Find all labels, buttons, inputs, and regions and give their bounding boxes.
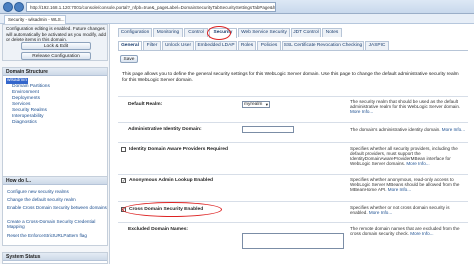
tab-jdt-control[interactable]: JDT Control — [291, 28, 321, 37]
identity-aware-row: Identity Domain Aware Providers Required… — [118, 142, 468, 168]
default-realm-desc: The security realm that should be used a… — [350, 99, 461, 114]
intro-text: This page allows you to define the gener… — [122, 72, 459, 83]
lock-edit-button[interactable]: Lock & Edit — [21, 42, 91, 50]
save-button[interactable]: Save — [120, 55, 138, 63]
admin-identity-desc: The domain's administrative identity dom… — [350, 127, 466, 132]
browser-toolbar: http://192.168.1.120:7001/console/consol… — [0, 0, 474, 14]
anonymous-admin-desc: Specifies whether anonymous, read-only a… — [350, 177, 460, 192]
change-center-text: Configuration editing is enabled. Future… — [6, 26, 107, 42]
subtab-filter[interactable]: Filter — [143, 41, 161, 50]
domain-structure-panel: Domain Structure wlsadmin Domain Partiti… — [2, 67, 108, 185]
tab-monitoring[interactable]: Monitoring — [153, 28, 183, 37]
annotation-circle — [207, 26, 231, 40]
anonymous-admin-row: ✓ Anonymous Admin Lookup Enabled Specifi… — [118, 174, 468, 196]
subtab-general[interactable]: General — [118, 41, 142, 50]
subtab-jaspic[interactable]: JASPIC — [365, 41, 389, 50]
back-icon[interactable] — [3, 2, 13, 12]
anonymous-admin-checkbox[interactable]: ✓ — [121, 178, 126, 183]
more-info-link[interactable]: More Info... — [442, 127, 465, 132]
howdoi-enable-cross-domain[interactable]: Enable Cross Domain Security between dom… — [7, 205, 107, 210]
cross-domain-desc: Specifies whether or not cross domain se… — [350, 205, 450, 215]
identity-aware-checkbox[interactable] — [121, 147, 126, 152]
annotation-circle — [122, 202, 222, 217]
default-realm-label: Default Realm: — [128, 102, 163, 107]
howdoi-configure-realms[interactable]: Configure new security realms — [7, 189, 107, 194]
identity-aware-label: Identity Domain Aware Providers Required — [129, 147, 228, 152]
more-info-link[interactable]: More Info... — [410, 231, 433, 236]
browser-tab[interactable]: Security - wlsadmin - WLS... — [4, 15, 66, 24]
excluded-domains-desc: The remote domain names that are exclude… — [350, 226, 460, 236]
how-do-i-panel: How do I... Configure new security realm… — [2, 176, 108, 246]
admin-identity-input[interactable] — [242, 126, 294, 133]
more-info-link[interactable]: More Info... — [388, 187, 411, 192]
tab-configuration[interactable]: Configuration — [118, 28, 152, 37]
forward-icon[interactable] — [14, 2, 24, 12]
more-info-link[interactable]: More Info... — [350, 109, 373, 114]
howdoi-change-default-realm[interactable]: Change the default security realm — [7, 197, 107, 202]
default-realm-select[interactable]: myrealm — [242, 101, 270, 108]
more-info-link[interactable]: More Info... — [406, 161, 429, 166]
tab-divider — [118, 50, 468, 51]
subtab-embedded-ldap[interactable]: Embedded LDAP — [195, 41, 237, 50]
default-realm-row: Default Realm: myrealm The security real… — [118, 96, 468, 118]
system-status-panel: System Status — [2, 252, 108, 264]
excluded-domains-row: Excluded Domain Names: The remote domain… — [118, 222, 468, 262]
more-info-link[interactable]: More Info... — [369, 210, 392, 215]
admin-identity-label: Administrative Identity Domain: — [128, 127, 202, 132]
release-configuration-button[interactable]: Release Configuration — [21, 52, 91, 60]
domain-structure-title: Domain Structure — [3, 68, 107, 76]
main-content: Configuration Monitoring Control Securit… — [112, 24, 474, 264]
address-bar[interactable]: http://192.168.1.120:7001/console/consol… — [26, 2, 276, 12]
subtab-roles[interactable]: Roles — [238, 41, 256, 50]
tree-item-diagnostics[interactable]: Diagnostics — [12, 120, 37, 126]
how-do-i-title: How do I... — [3, 177, 107, 185]
excluded-domains-label: Excluded Domain Names: — [128, 227, 189, 232]
excluded-domains-textarea[interactable] — [242, 233, 344, 249]
system-status-title: System Status — [3, 253, 107, 261]
admin-identity-row: Administrative Identity Domain: The doma… — [118, 122, 468, 138]
tab-notes[interactable]: Notes — [322, 28, 342, 37]
howdoi-reset-flag[interactable]: Reset the EnforceStrictURLPattern flag — [7, 233, 107, 238]
identity-aware-desc: Specifies whether all security providers… — [350, 146, 458, 166]
tab-web-service-security[interactable]: Web Service Security — [238, 28, 290, 37]
sidebar: Configuration editing is enabled. Future… — [0, 24, 110, 264]
subtab-policies[interactable]: Policies — [257, 41, 281, 50]
subtab-unlock-user[interactable]: Unlock User — [162, 41, 194, 50]
change-center: Configuration editing is enabled. Future… — [2, 24, 108, 61]
tab-control[interactable]: Control — [184, 28, 208, 37]
subtab-ssl-revocation[interactable]: SSL Certificate Revocation Checking — [282, 41, 364, 50]
browser-tabstrip: Security - wlsadmin - WLS... — [0, 14, 474, 24]
anonymous-admin-label: Anonymous Admin Lookup Enabled — [129, 178, 214, 183]
howdoi-create-credential-mapping[interactable]: Create a Cross-Domain Security Credentia… — [7, 219, 107, 229]
